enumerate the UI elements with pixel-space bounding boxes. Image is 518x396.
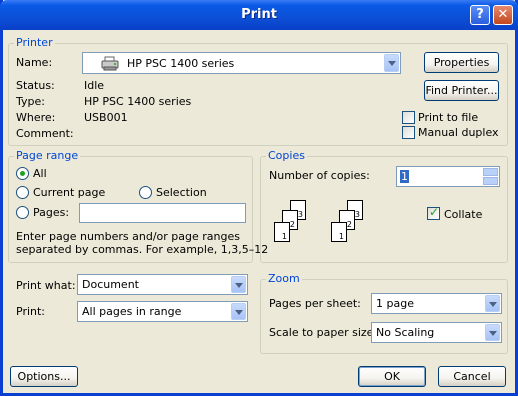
properties-button[interactable]: Properties [424,52,499,73]
pages-per-sheet-label: Pages per sheet: [269,297,361,310]
number-of-copies-label: Number of copies: [269,169,370,182]
manual-duplex-label[interactable]: Manual duplex [418,126,499,139]
page-icon: 1 [331,222,347,242]
chevron-down-icon[interactable] [384,54,399,72]
print-value: All pages in range [82,305,182,318]
pages-per-sheet-value: 1 page [376,297,414,310]
spin-down-button[interactable] [483,177,498,185]
page-icon: 1 [274,222,290,242]
chevron-down-icon[interactable] [231,276,246,293]
find-printer-button[interactable]: Find Printer... [424,80,499,101]
status-label: Status: [16,79,55,92]
page-range-hint-2: separated by commas. For example, 1,3,5–… [16,243,269,256]
chevron-down-icon[interactable] [485,295,500,312]
print-to-file-label[interactable]: Print to file [418,111,478,124]
collate-label[interactable]: Collate [444,208,482,221]
type-value: HP PSC 1400 series [84,95,192,108]
print-what-value: Document [82,278,139,291]
ok-button[interactable]: OK [358,366,426,387]
pages-label[interactable]: Pages: [33,206,69,219]
page-range-legend: Page range [14,149,81,162]
print-to-file-checkbox[interactable] [402,111,415,124]
name-label: Name: [16,56,53,69]
printer-name-value: HP PSC 1400 series [127,57,235,70]
printer-legend: Printer [14,36,55,49]
current-page-radio[interactable] [16,186,29,199]
all-radio[interactable] [16,167,29,180]
type-label: Type: [16,95,45,108]
printer-icon [101,56,121,74]
print-label: Print: [16,305,46,318]
close-button[interactable]: ✕ [493,5,513,25]
current-page-label[interactable]: Current page [33,186,105,199]
printer-name-select[interactable]: HP PSC 1400 series [82,52,401,74]
collate-checkbox[interactable] [427,205,440,220]
number-of-copies-input[interactable]: 1 [396,166,500,187]
all-label[interactable]: All [33,167,47,180]
copies-legend: Copies [266,149,307,162]
pages-per-sheet-select[interactable]: 1 page [371,293,502,314]
title-bar[interactable]: Print ? ✕ [0,0,518,30]
manual-duplex-checkbox[interactable] [402,126,415,139]
selection-radio[interactable] [139,186,152,199]
scale-to-paper-value: No Scaling [376,326,435,339]
cancel-button[interactable]: Cancel [438,366,506,387]
spin-up-button[interactable] [483,168,498,176]
number-of-copies-value: 1 [400,170,409,183]
selection-label[interactable]: Selection [156,186,207,199]
chevron-down-icon[interactable] [231,303,246,320]
zoom-legend: Zoom [266,272,302,285]
where-label: Where: [16,111,56,124]
options-button[interactable]: Options... [10,366,78,387]
where-value: USB001 [84,111,128,124]
page-range-hint-1: Enter page numbers and/or page ranges [16,230,240,243]
pages-radio[interactable] [16,206,29,219]
print-what-label: Print what: [16,279,76,292]
scale-to-paper-label: Scale to paper size: [269,326,378,339]
pages-input[interactable] [79,203,246,223]
help-button[interactable]: ? [470,5,490,25]
scale-to-paper-select[interactable]: No Scaling [371,322,502,343]
print-what-select[interactable]: Document [77,274,248,295]
dialog-title: Print [241,7,277,22]
comment-label: Comment: [16,127,74,140]
status-value: Idle [84,79,105,92]
chevron-down-icon[interactable] [485,324,500,341]
print-select[interactable]: All pages in range [77,301,248,322]
